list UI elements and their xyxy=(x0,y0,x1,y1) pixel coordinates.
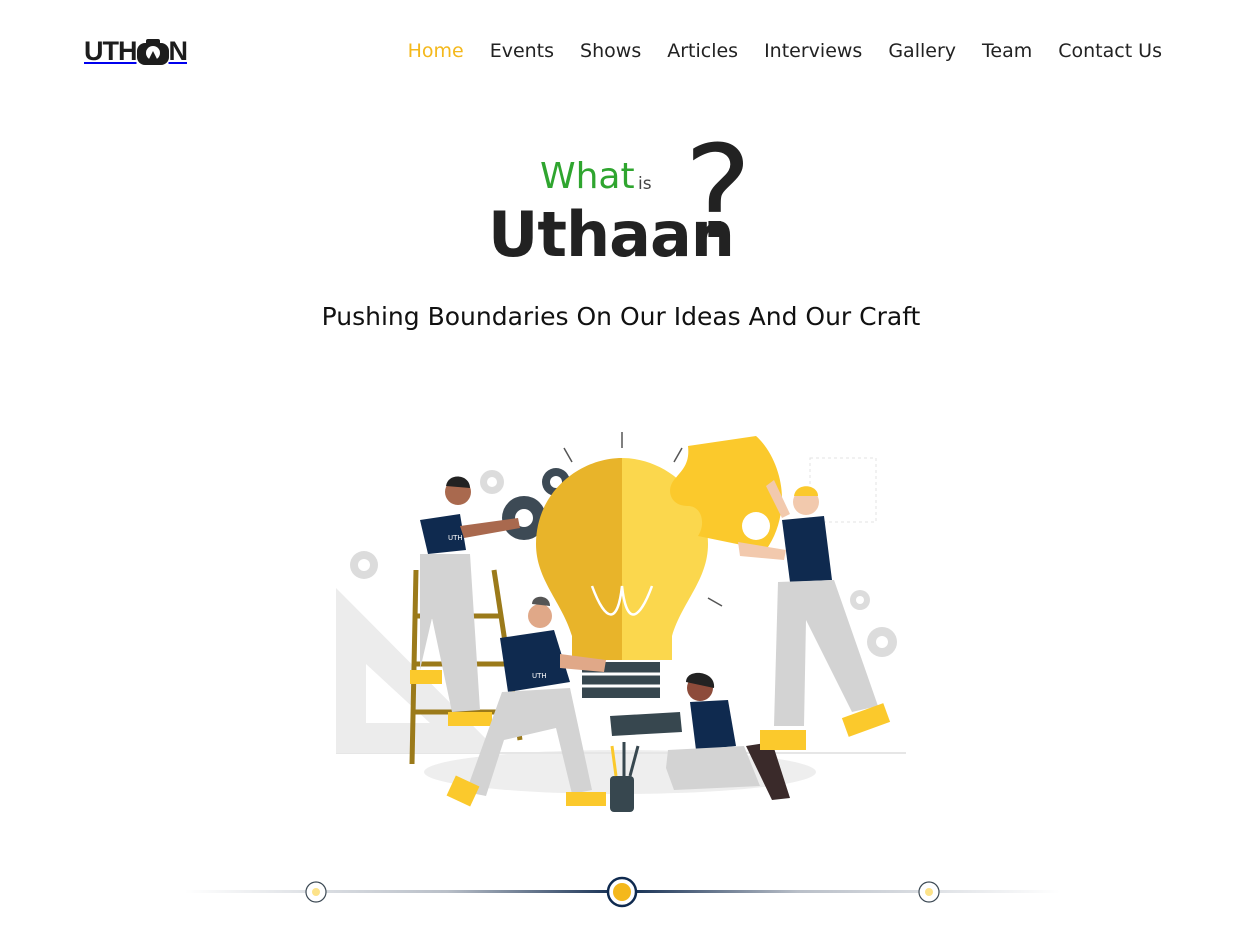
top-navigation: UTH N Home Events Shows Articles Intervi… xyxy=(0,0,1242,108)
nav-events[interactable]: Events xyxy=(490,40,554,62)
shirt-logo-text: UTH xyxy=(532,672,547,680)
shirt-logo-text: UTH xyxy=(448,534,463,542)
dashed-frame xyxy=(809,457,877,523)
camera-logo-icon xyxy=(136,38,169,65)
nav-links: Home Events Shows Articles Interviews Ga… xyxy=(408,40,1162,62)
hero-tagline: Pushing Boundaries On Our Ideas And Our … xyxy=(321,302,921,331)
nav-interviews[interactable]: Interviews xyxy=(764,40,862,62)
hero-heading: What is Uthaan ? xyxy=(0,130,1242,272)
nav-shows[interactable]: Shows xyxy=(580,40,641,62)
carousel-indicator xyxy=(185,876,1060,908)
heading-what: What xyxy=(540,156,635,197)
heading-question-mark: ? xyxy=(684,119,752,268)
uthaan-logo[interactable]: UTH N xyxy=(84,36,188,67)
nav-articles[interactable]: Articles xyxy=(667,40,738,62)
carousel-dot-2-active[interactable] xyxy=(606,876,638,908)
team-lightbulb-illustration: UTH UTH xyxy=(336,432,906,812)
logo-text-right: N xyxy=(168,36,188,66)
carousel-dot-1[interactable] xyxy=(305,881,327,903)
nav-contact-us[interactable]: Contact Us xyxy=(1058,40,1162,62)
logo-text-left: UTH xyxy=(84,36,137,66)
heading-is: is xyxy=(638,174,652,194)
nav-team[interactable]: Team xyxy=(982,40,1032,62)
nav-home[interactable]: Home xyxy=(408,40,464,62)
nav-gallery[interactable]: Gallery xyxy=(888,40,956,62)
carousel-dot-3[interactable] xyxy=(918,881,940,903)
